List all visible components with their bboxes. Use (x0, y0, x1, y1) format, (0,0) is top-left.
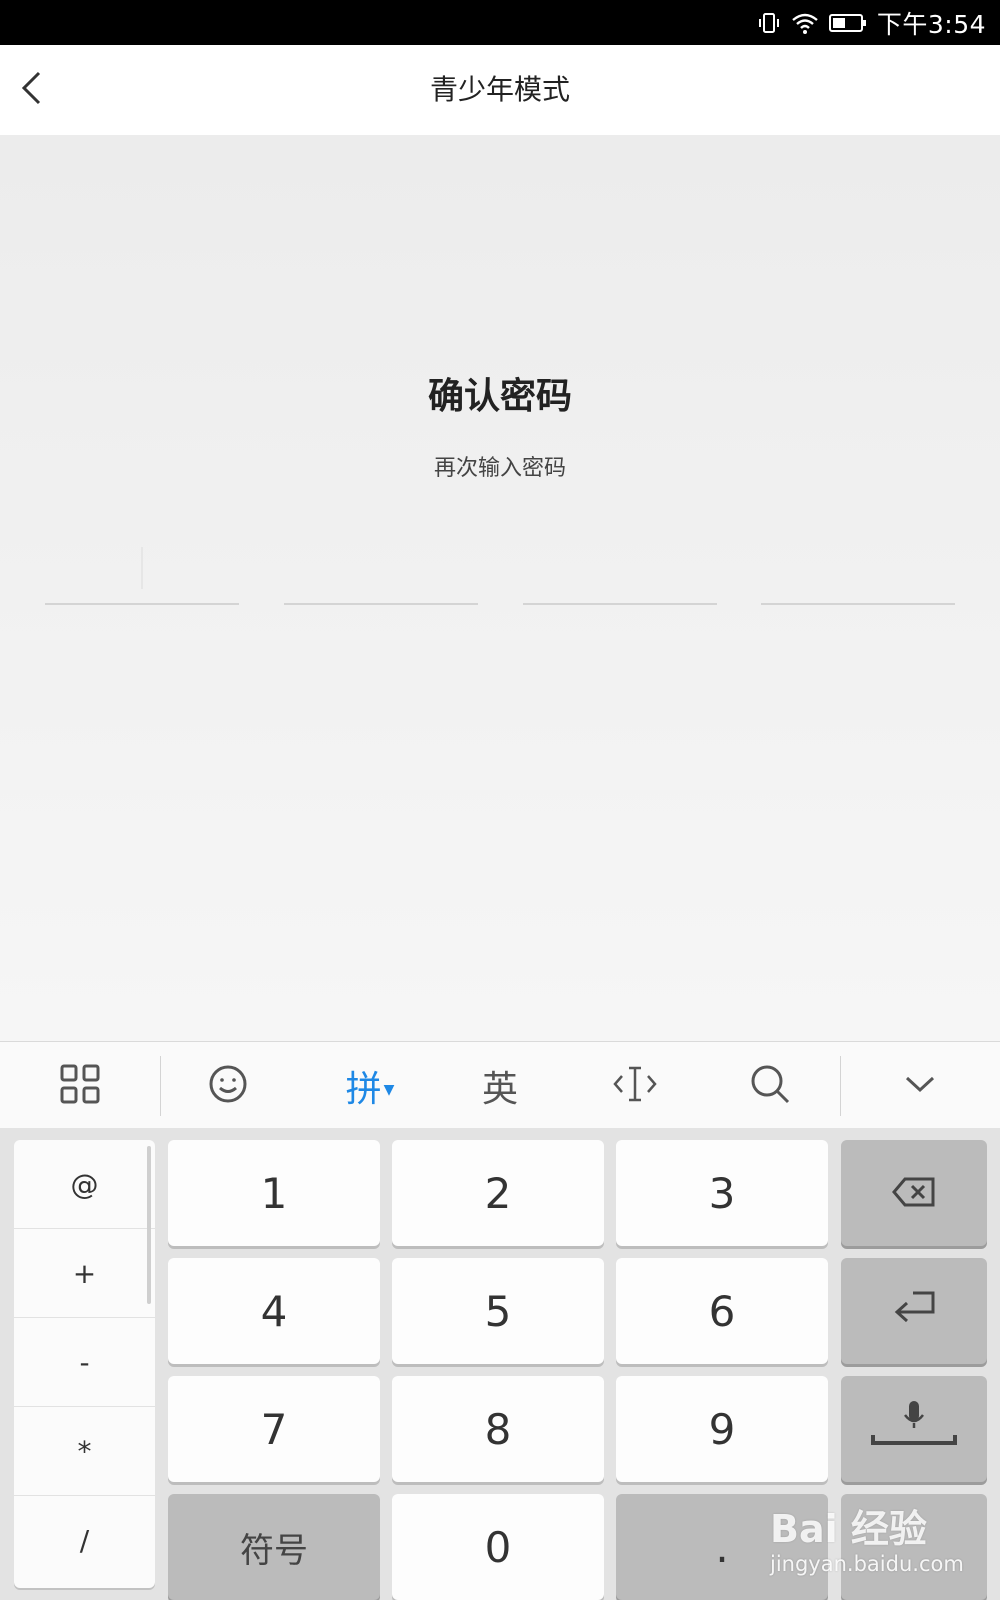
digit-key-1[interactable]: 1 (168, 1140, 380, 1246)
symbol-key-asterisk[interactable]: * (14, 1407, 155, 1496)
backspace-icon (891, 1169, 937, 1218)
cursor-move-icon (613, 1064, 657, 1108)
collapse-keyboard-button[interactable] (870, 1042, 970, 1129)
digit-key-0[interactable]: 0 (392, 1494, 604, 1600)
status-icons: 下午3:54 (757, 0, 986, 45)
symbol-list[interactable]: @ + - * / (14, 1140, 155, 1588)
digit-key-4[interactable]: 4 (168, 1258, 380, 1364)
digit-key-8[interactable]: 8 (392, 1376, 604, 1482)
dot-key[interactable]: . (616, 1494, 828, 1600)
enter-icon (891, 1287, 937, 1336)
pin-slot-2[interactable] (284, 535, 478, 605)
nav-header: 青少年模式 (0, 45, 1000, 135)
emoji-button[interactable] (178, 1042, 278, 1129)
digit-key-5[interactable]: 5 (392, 1258, 604, 1364)
cursor-move-button[interactable] (585, 1042, 685, 1129)
confirm-password-title: 确认密码 (427, 376, 572, 417)
digit-key-9[interactable]: 9 (616, 1376, 828, 1482)
emoji-icon (208, 1064, 248, 1108)
microphone-space-icon (869, 1399, 959, 1459)
symbols-key[interactable]: 符号 (168, 1494, 380, 1600)
pinyin-label: 拼 (345, 1068, 382, 1110)
search-icon (749, 1063, 791, 1109)
text-cursor (141, 547, 143, 589)
page-title: 青少年模式 (429, 73, 570, 106)
symbols-key-label: 符号 (240, 1530, 308, 1571)
pin-slot-1[interactable] (45, 535, 239, 605)
symbol-key-slash[interactable]: / (14, 1496, 155, 1585)
digit-key-7[interactable]: 7 (168, 1376, 380, 1482)
english-mode-button[interactable]: 英 (450, 1042, 550, 1129)
digit-key-2[interactable]: 2 (392, 1140, 604, 1246)
wifi-icon (791, 11, 819, 35)
english-label: 英 (481, 1068, 518, 1110)
toolbar-divider (160, 1056, 161, 1116)
apps-grid-button[interactable] (30, 1042, 130, 1129)
vibrate-icon (757, 11, 781, 35)
symbol-list-scrollbar[interactable] (147, 1146, 151, 1304)
dropdown-caret-icon: ▼ (383, 1081, 395, 1098)
search-button[interactable] (720, 1042, 820, 1129)
battery-icon (828, 12, 867, 34)
symbol-key-plus[interactable]: + (14, 1229, 155, 1318)
pinyin-mode-button[interactable]: 拼 ▼ (320, 1042, 420, 1129)
apps-grid-icon (60, 1064, 100, 1108)
pin-slot-4[interactable] (761, 535, 955, 605)
space-voice-key[interactable] (841, 1376, 987, 1482)
digit-key-6[interactable]: 6 (616, 1258, 828, 1364)
status-time: 下午3:54 (876, 9, 986, 39)
pin-slot-3[interactable] (523, 535, 717, 605)
return-key[interactable] (841, 1494, 987, 1600)
backspace-key[interactable] (841, 1140, 987, 1246)
symbol-key-at[interactable]: @ (14, 1140, 155, 1229)
status-bar: 下午3:54 (0, 0, 1000, 45)
content-area: 确认密码 再次输入密码 (0, 135, 1000, 1041)
keyboard-toolbar: 拼 ▼ 英 (0, 1041, 1000, 1128)
symbol-key-minus[interactable]: - (14, 1318, 155, 1407)
collapse-keyboard-icon (904, 1074, 936, 1098)
confirm-password-subtitle: 再次输入密码 (433, 456, 566, 481)
toolbar-divider (840, 1056, 841, 1116)
enter-key[interactable] (841, 1258, 987, 1364)
pin-input-row[interactable] (45, 535, 955, 605)
digit-key-3[interactable]: 3 (616, 1140, 828, 1246)
